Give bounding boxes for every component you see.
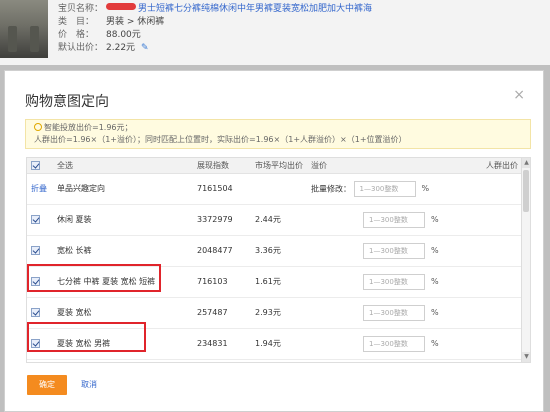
scroll-up-icon[interactable]: ▲ (522, 158, 530, 168)
price-label: 价 格： (58, 30, 95, 40)
scroll-thumb[interactable] (523, 170, 529, 212)
tip-line-1: 智能投放出价=1.96元； (44, 123, 133, 132)
premium-input[interactable]: 1—300整数 (363, 335, 425, 352)
premium-input[interactable]: 1—300整数 (363, 211, 425, 228)
row-avg: 2.44元 (251, 204, 307, 236)
row-name: 休闲 夏装 (53, 204, 193, 236)
price-value: 88.00元 (106, 30, 141, 40)
row-index: 716103 (193, 266, 251, 298)
table-header: 全选 展现指数 市场平均出价 溢价 人群出价 (27, 158, 522, 174)
row-checkbox[interactable] (31, 215, 40, 224)
table-row: 休闲 夏装 3372979 2.44元 1—300整数% (27, 204, 522, 236)
col-premium: 溢价 (307, 158, 447, 174)
default-bid-label: 默认出价： (58, 43, 104, 53)
row-avg: 2.93元 (251, 297, 307, 329)
tip-line-2: 人群出价=1.96×（1+溢价）；同时匹配上位置时，实际出价=1.96×（1+人… (34, 135, 407, 144)
scroll-down-icon[interactable]: ▼ (522, 352, 530, 362)
close-icon[interactable]: × (513, 87, 525, 103)
premium-input[interactable]: 1—300整数 (363, 242, 425, 259)
premium-input[interactable]: 1—300整数 (363, 304, 425, 321)
product-summary-panel: 宝贝名称： 男士短裤七分裤纯棉休闲中年男裤夏装宽松加肥加大中裤海 类 目： 男装 >… (0, 0, 550, 65)
lightbulb-icon (34, 123, 42, 131)
batch-premium-input[interactable]: 1—300整数 (353, 180, 416, 197)
redaction-mark (106, 3, 136, 10)
percent-sign: % (431, 308, 439, 317)
category-label: 类 目： (58, 17, 95, 27)
row-index: 2048477 (193, 235, 251, 267)
highlight-box (27, 264, 161, 292)
select-all-checkbox[interactable] (31, 160, 40, 170)
percent-sign: % (431, 246, 439, 255)
percent-sign: % (431, 215, 439, 224)
default-bid-value: 2.22元 (106, 43, 136, 53)
percent-sign: % (431, 277, 439, 286)
dialog-title: 购物意图定向 (25, 94, 109, 110)
row-index: 257487 (193, 297, 251, 329)
col-select-all: 全选 (53, 158, 193, 174)
shopping-intent-dialog: 购物意图定向 × 智能投放出价=1.96元； 人群出价=1.96×（1+溢价）；… (4, 70, 544, 412)
bid-tip-box: 智能投放出价=1.96元； 人群出价=1.96×（1+溢价）；同时匹配上位置时，… (25, 119, 531, 149)
row-avg (251, 173, 307, 205)
row-checkbox[interactable] (31, 308, 40, 317)
col-display-index: 展现指数 (193, 158, 251, 174)
fold-link[interactable]: 折叠 (31, 184, 47, 193)
highlight-box (27, 322, 146, 352)
cancel-link[interactable]: 取消 (81, 375, 97, 395)
product-thumbnail (0, 0, 48, 58)
edit-pencil-icon[interactable]: ✎ (141, 42, 149, 55)
row-index: 3372979 (193, 204, 251, 236)
percent-sign: % (431, 339, 439, 348)
product-title-label: 宝贝名称： (58, 4, 104, 14)
row-checkbox[interactable] (31, 246, 40, 255)
row-index: 7161504 (193, 173, 251, 205)
col-crowd-bid: 人群出价 (447, 158, 522, 174)
table-scrollbar[interactable]: ▲ ▼ (521, 158, 530, 362)
batch-edit-label: 批量修改： (311, 184, 351, 193)
row-avg: 1.61元 (251, 266, 307, 298)
row-name: 宽松 长裤 (53, 235, 193, 267)
product-info: 宝贝名称： 男士短裤七分裤纯棉休闲中年男裤夏装宽松加肥加大中裤海 类 目： 男装 >… (58, 3, 372, 55)
row-name: 单品兴趣定向 (53, 173, 193, 205)
table-row: 宽松 长裤 2048477 3.36元 1—300整数% (27, 235, 522, 267)
table-row: 折叠 单品兴趣定向 7161504 批量修改： 1—300整数% (27, 173, 522, 205)
col-market-avg-bid: 市场平均出价 (251, 158, 307, 174)
row-avg: 3.36元 (251, 235, 307, 267)
confirm-button[interactable]: 确定 (27, 375, 67, 395)
row-avg: 1.94元 (251, 328, 307, 360)
category-value: 男装 > 休闲裤 (106, 17, 165, 27)
percent-sign: % (421, 184, 430, 193)
premium-input[interactable]: 1—300整数 (363, 273, 425, 290)
row-index: 234831 (193, 328, 251, 360)
product-title-link[interactable]: 男士短裤七分裤纯棉休闲中年男裤夏装宽松加肥加大中裤海 (138, 3, 372, 16)
